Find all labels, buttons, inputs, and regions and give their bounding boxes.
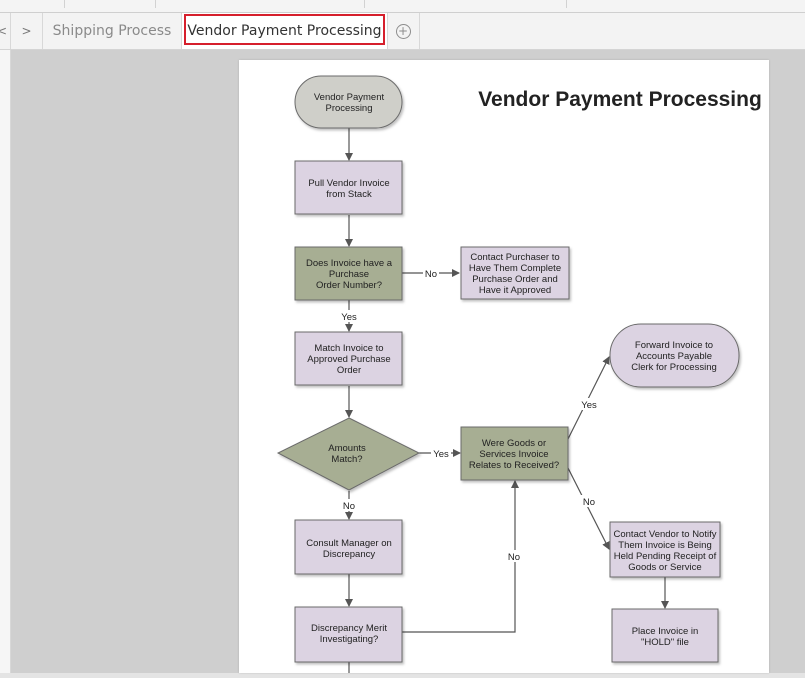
forward-label: Forward Invoice to Accounts Payable Clerk …	[631, 340, 717, 373]
tab-shipping-process[interactable]: Shipping Process	[43, 13, 182, 49]
add-tab-button[interactable]: +	[387, 13, 420, 49]
edge-label-amounts-no: No	[343, 501, 355, 512]
connector	[402, 480, 519, 633]
contact-vendor-label: Contact Vendor to Notify Them Invoice is …	[614, 529, 717, 573]
goods-label: Were Goods or Services Invoice Relates to …	[469, 438, 559, 471]
diagram-page[interactable]: Vendor Payment Processing Vendor Payment…	[239, 60, 769, 673]
divider	[364, 0, 365, 8]
merit-label: Discrepancy Merit Investigating?	[311, 623, 387, 645]
tab-bar: < > Shipping Process Vendor Payment Proc…	[0, 13, 805, 50]
amounts-label: Amounts Match?	[328, 443, 366, 465]
left-gutter	[0, 50, 11, 673]
diagram-title: Vendor Payment Processing	[478, 88, 762, 111]
tab-label: Shipping Process	[52, 23, 172, 39]
edge-label-po-no: No	[425, 269, 437, 280]
contact-purchaser-label: Contact Purchaser to Have Them Complete Pu…	[469, 252, 561, 296]
connector	[567, 467, 610, 550]
edge-label-merit-no: No	[508, 552, 520, 563]
divider	[566, 0, 567, 8]
tab-scroll-right-button[interactable]: >	[11, 13, 43, 49]
plus-circle-icon: +	[395, 23, 411, 39]
divider	[155, 0, 156, 8]
chevron-left-icon: <	[0, 24, 8, 38]
tab-vendor-payment-processing[interactable]: Vendor Payment Processing	[182, 13, 388, 49]
edge-label-goods-yes: Yes	[581, 400, 597, 411]
top-strip	[0, 0, 805, 13]
flowchart: Vendor Payment Processing Vendor Payment…	[276, 75, 762, 673]
edge-label-po-yes: Yes	[341, 312, 357, 323]
active-tab-highlight	[184, 14, 385, 45]
divider	[64, 0, 65, 8]
tab-scroll-left-button[interactable]: <	[0, 13, 11, 49]
chevron-right-icon: >	[21, 24, 32, 38]
edge-label-amounts-yes: Yes	[433, 449, 449, 460]
edge-label-goods-no: No	[583, 497, 595, 508]
hold-label: Place Invoice in "HOLD" file	[632, 626, 699, 648]
edge-labels: No Yes Yes No Yes No No	[340, 267, 599, 563]
